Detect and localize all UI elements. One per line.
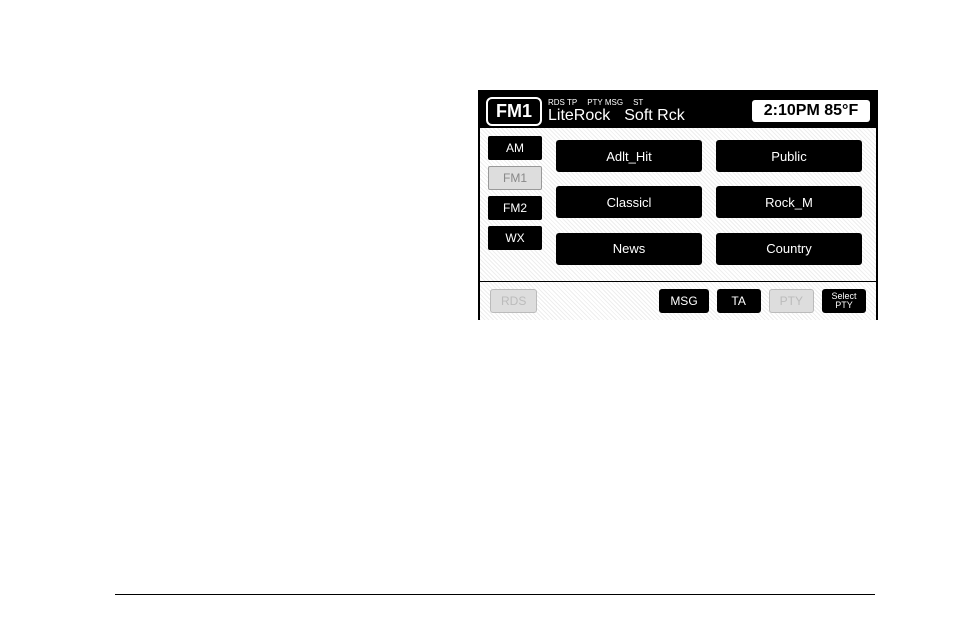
- ta-button[interactable]: TA: [717, 289, 761, 313]
- preset-3-button[interactable]: Classicl: [556, 186, 702, 218]
- header-center: RDS TP PTY MSG ST LiteRock Soft Rck: [548, 98, 746, 125]
- band-column: AM FM1 FM2 WX: [480, 128, 550, 281]
- station-row: LiteRock Soft Rck: [548, 107, 746, 125]
- body-area: AM FM1 FM2 WX Adlt_Hit Public Classicl R…: [480, 128, 876, 282]
- band-am-button[interactable]: AM: [488, 136, 542, 160]
- page-divider: [115, 594, 875, 595]
- indicator-row: RDS TP PTY MSG ST: [548, 98, 746, 107]
- pty-button[interactable]: PTY: [769, 289, 814, 313]
- preset-6-button[interactable]: Country: [716, 233, 862, 265]
- footer-bar: RDS MSG TA PTY Select PTY: [480, 282, 876, 320]
- preset-4-button[interactable]: Rock_M: [716, 186, 862, 218]
- preset-2-button[interactable]: Public: [716, 140, 862, 172]
- station-name-2: Soft Rck: [624, 107, 684, 125]
- select-pty-line2: PTY: [835, 301, 853, 310]
- indicator-st: ST: [633, 98, 643, 107]
- msg-button[interactable]: MSG: [659, 289, 708, 313]
- band-fm1-button[interactable]: FM1: [488, 166, 542, 190]
- rds-button[interactable]: RDS: [490, 289, 537, 313]
- preset-1-button[interactable]: Adlt_Hit: [556, 140, 702, 172]
- band-fm2-button[interactable]: FM2: [488, 196, 542, 220]
- band-wx-button[interactable]: WX: [488, 226, 542, 250]
- band-badge: FM1: [486, 97, 542, 126]
- preset-grid: Adlt_Hit Public Classicl Rock_M News Cou…: [550, 128, 876, 281]
- indicator-rds-tp: RDS TP: [548, 98, 577, 107]
- radio-panel: FM1 RDS TP PTY MSG ST LiteRock Soft Rck …: [478, 90, 878, 320]
- clock-temp: 2:10PM 85°F: [752, 100, 870, 122]
- station-name-1: LiteRock: [548, 107, 610, 125]
- preset-5-button[interactable]: News: [556, 233, 702, 265]
- indicator-pty-msg: PTY MSG: [587, 98, 623, 107]
- header-bar: FM1 RDS TP PTY MSG ST LiteRock Soft Rck …: [480, 92, 876, 128]
- select-pty-button[interactable]: Select PTY: [822, 289, 866, 313]
